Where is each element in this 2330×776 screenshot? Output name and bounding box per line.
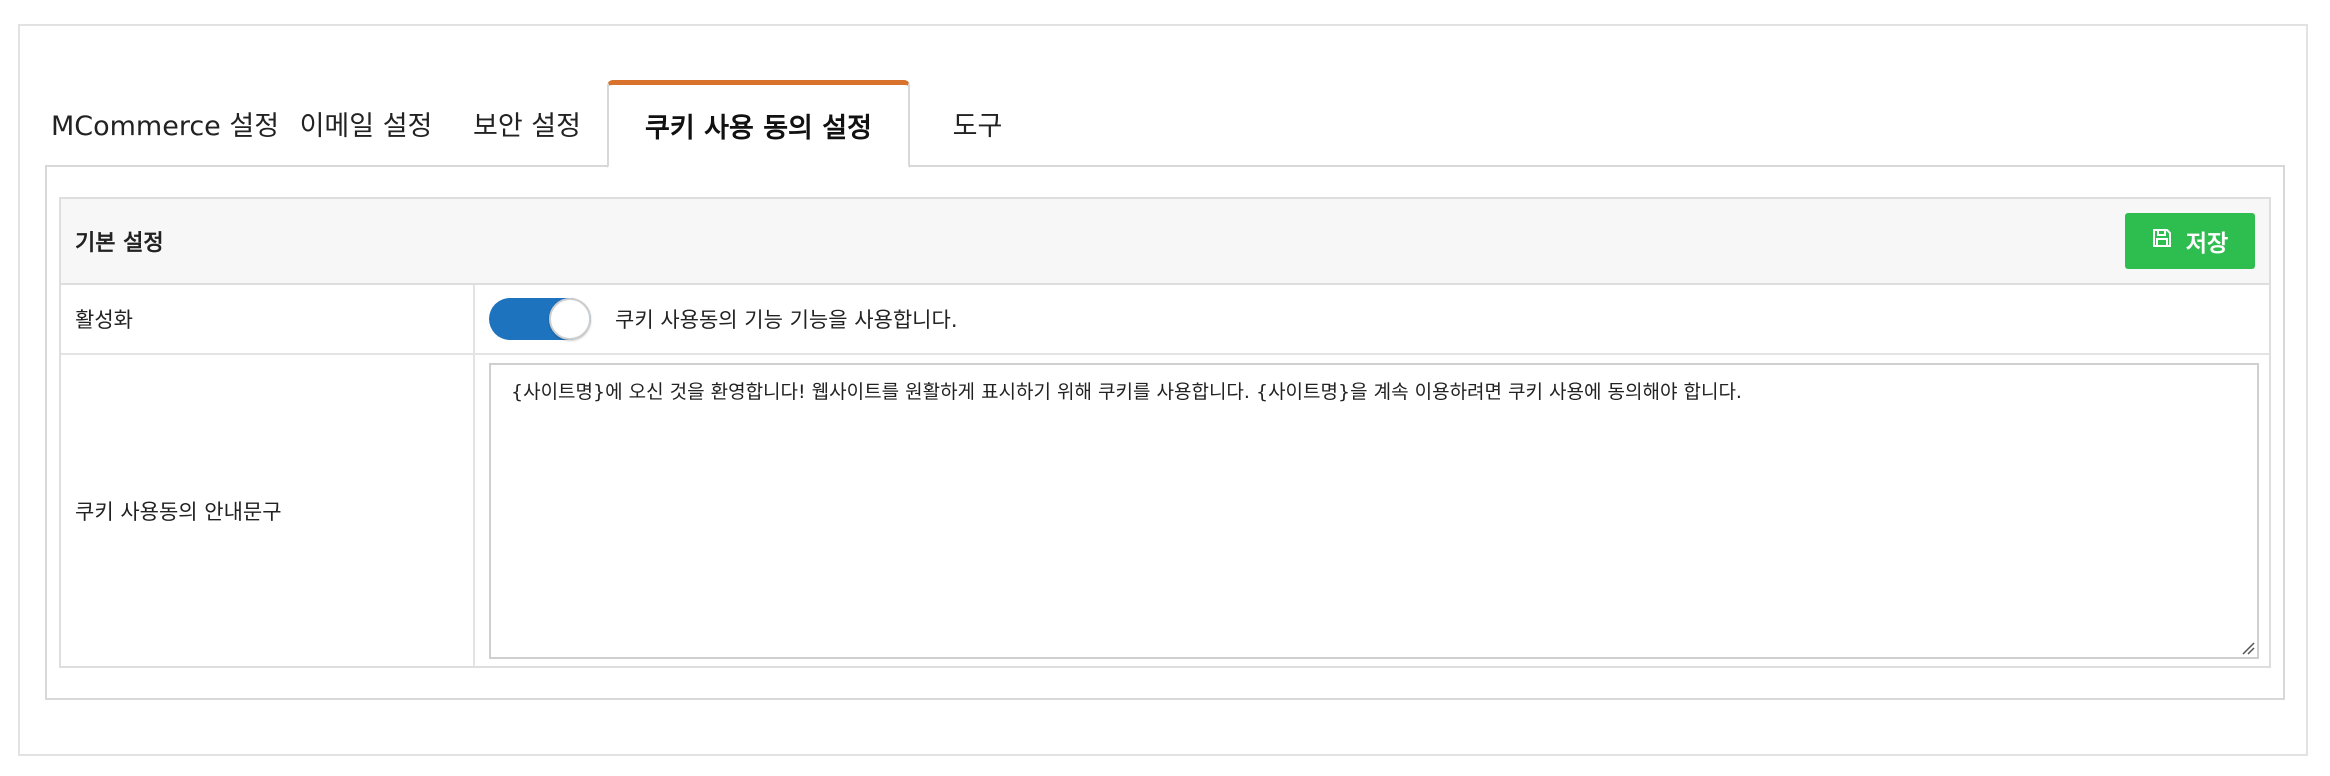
tab-security-settings[interactable]: 보안 설정 [447, 80, 607, 166]
toggle-knob [549, 298, 591, 340]
section-header: 기본 설정 저장 [61, 199, 2269, 285]
tab-content: 기본 설정 저장 활성화 쿠키 사용동의 기능 기능을 사용합니다. 쿠키 사용… [45, 165, 2285, 700]
activate-toggle[interactable] [489, 298, 591, 340]
save-button-label: 저장 [2185, 231, 2229, 257]
activate-row: 활성화 쿠키 사용동의 기능 기능을 사용합니다. [61, 285, 2269, 355]
activate-description: 쿠키 사용동의 기능 기능을 사용합니다. [615, 308, 958, 332]
section-title: 기본 설정 [75, 231, 164, 256]
save-button[interactable]: 저장 [2125, 213, 2255, 269]
tab-tools[interactable]: 도구 [910, 80, 1045, 166]
basic-settings-table: 기본 설정 저장 활성화 쿠키 사용동의 기능 기능을 사용합니다. 쿠키 사용… [59, 197, 2271, 668]
resize-handle-icon[interactable] [2239, 639, 2255, 655]
message-value: {사이트명}에 오신 것을 환영합니다! 웹사이트를 원활하게 표시하기 위해 … [475, 355, 2269, 666]
floppy-disk-icon [2152, 228, 2172, 254]
message-row: 쿠키 사용동의 안내문구 {사이트명}에 오신 것을 환영합니다! 웹사이트를 … [61, 355, 2269, 666]
settings-tabs: MCommerce 설정 이메일 설정 보안 설정 쿠키 사용 동의 설정 도구 [45, 80, 1045, 168]
message-label: 쿠키 사용동의 안내문구 [61, 355, 475, 666]
tab-mcommerce-settings[interactable]: MCommerce 설정 [45, 80, 285, 166]
activate-value: 쿠키 사용동의 기능 기능을 사용합니다. [475, 285, 2269, 353]
message-textarea[interactable]: {사이트명}에 오신 것을 환영합니다! 웹사이트를 원활하게 표시하기 위해 … [491, 364, 2257, 657]
message-textarea-wrapper: {사이트명}에 오신 것을 환영합니다! 웹사이트를 원활하게 표시하기 위해 … [489, 362, 2259, 659]
tab-email-settings[interactable]: 이메일 설정 [285, 80, 447, 166]
tab-cookie-consent-settings[interactable]: 쿠키 사용 동의 설정 [607, 80, 910, 168]
activate-label: 활성화 [61, 285, 475, 353]
